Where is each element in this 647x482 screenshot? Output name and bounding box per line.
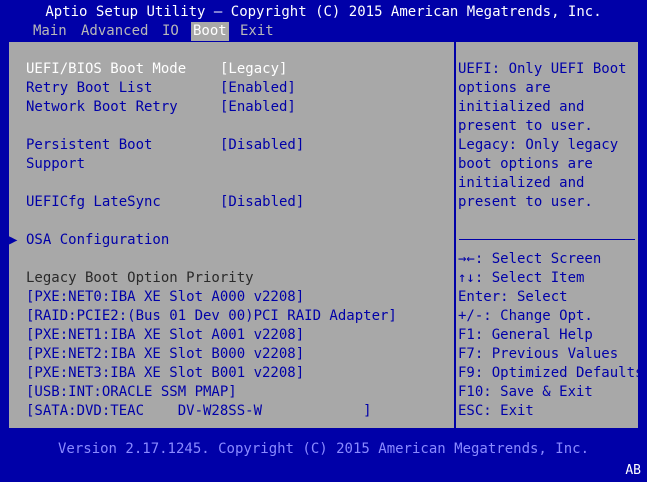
setting-network-boot-retry-label: Network Boot Retry: [26, 99, 178, 115]
setting-network-boot-retry-value[interactable]: [Enabled]: [220, 98, 296, 117]
help-line-2: options are: [458, 80, 551, 96]
menu-exit[interactable]: Exit: [238, 22, 276, 41]
setting-persistent-boot-label: Persistent Boot: [26, 137, 153, 153]
menu-io[interactable]: IO: [160, 22, 181, 41]
boot-option-7[interactable]: [SATA:DVD:TEAC DV-W28SS-W ]: [26, 402, 372, 421]
help-line-6: boot options are: [458, 156, 593, 172]
setting-persistent-boot-value[interactable]: [Disabled]: [220, 136, 304, 155]
menu-advanced[interactable]: Advanced: [79, 22, 150, 41]
help-line-3: initialized and: [458, 99, 585, 115]
boot-option-5[interactable]: [PXE:NET3:IBA XE Slot B001 v2208]: [26, 364, 304, 383]
help-line-1: UEFI: Only UEFI Boot: [458, 61, 627, 77]
setting-ueficfg-latesync-label: UEFICfg LateSync: [26, 194, 161, 210]
key-enter-select: Enter: Select: [458, 289, 568, 305]
help-separator: [459, 239, 635, 240]
help-line-4: present to user.: [458, 118, 593, 134]
key-general-help: F1: General Help: [458, 327, 593, 343]
setting-retry-boot-list-value[interactable]: [Enabled]: [220, 79, 296, 98]
menu-main[interactable]: Main: [31, 22, 69, 41]
panel-divider: [454, 42, 456, 428]
menu-boot[interactable]: Boot: [191, 22, 229, 41]
boot-option-2[interactable]: [RAID:PCIE2:(Bus 01 Dev 00)PCI RAID Adap…: [26, 307, 397, 326]
setting-retry-boot-list-label: Retry Boot List: [26, 80, 153, 96]
help-line-5: Legacy: Only legacy: [458, 137, 619, 153]
key-esc-exit: ESC: Exit: [458, 403, 534, 419]
boot-option-1[interactable]: [PXE:NET0:IBA XE Slot A000 v2208]: [26, 288, 304, 307]
help-line-8: present to user.: [458, 194, 593, 210]
menu-bar: Main Advanced IO Boot Exit: [0, 22, 647, 41]
boot-option-4[interactable]: [PXE:NET2:IBA XE Slot B000 v2208]: [26, 345, 304, 364]
corner-badge: AB: [625, 463, 641, 478]
boot-option-6[interactable]: [USB:INT:ORACLE SSM PMAP]: [26, 383, 237, 402]
submenu-arrow-icon: ▶: [9, 232, 18, 248]
help-line-7: initialized and: [458, 175, 585, 191]
key-save-exit: F10: Save & Exit: [458, 384, 593, 400]
setting-ueficfg-latesync-value[interactable]: [Disabled]: [220, 193, 304, 212]
submenu-osa-configuration[interactable]: OSA Configuration: [26, 231, 169, 250]
window-title: Aptio Setup Utility – Copyright (C) 2015…: [45, 4, 602, 20]
boot-priority-header: Legacy Boot Option Priority: [26, 270, 254, 286]
setting-persistent-boot-label-cont: Support: [26, 156, 86, 172]
setting-boot-mode-value[interactable]: [Legacy]: [220, 60, 287, 79]
key-select-screen: →←: Select Screen: [458, 251, 602, 267]
key-optimized-defaults: F9: Optimized Defaults: [458, 365, 644, 381]
key-select-item: ↑↓: Select Item: [458, 270, 585, 286]
key-previous-values: F7: Previous Values: [458, 346, 619, 362]
version-footer: Version 2.17.1245. Copyright (C) 2015 Am…: [57, 441, 589, 457]
key-change-opt: +/-: Change Opt.: [458, 308, 593, 324]
setting-boot-mode-label: UEFI/BIOS Boot Mode: [26, 61, 187, 77]
boot-option-3[interactable]: [PXE:NET1:IBA XE Slot A001 v2208]: [26, 326, 304, 345]
setup-panel: UEFI/BIOS Boot Mode [Legacy] Retry Boot …: [8, 41, 643, 429]
